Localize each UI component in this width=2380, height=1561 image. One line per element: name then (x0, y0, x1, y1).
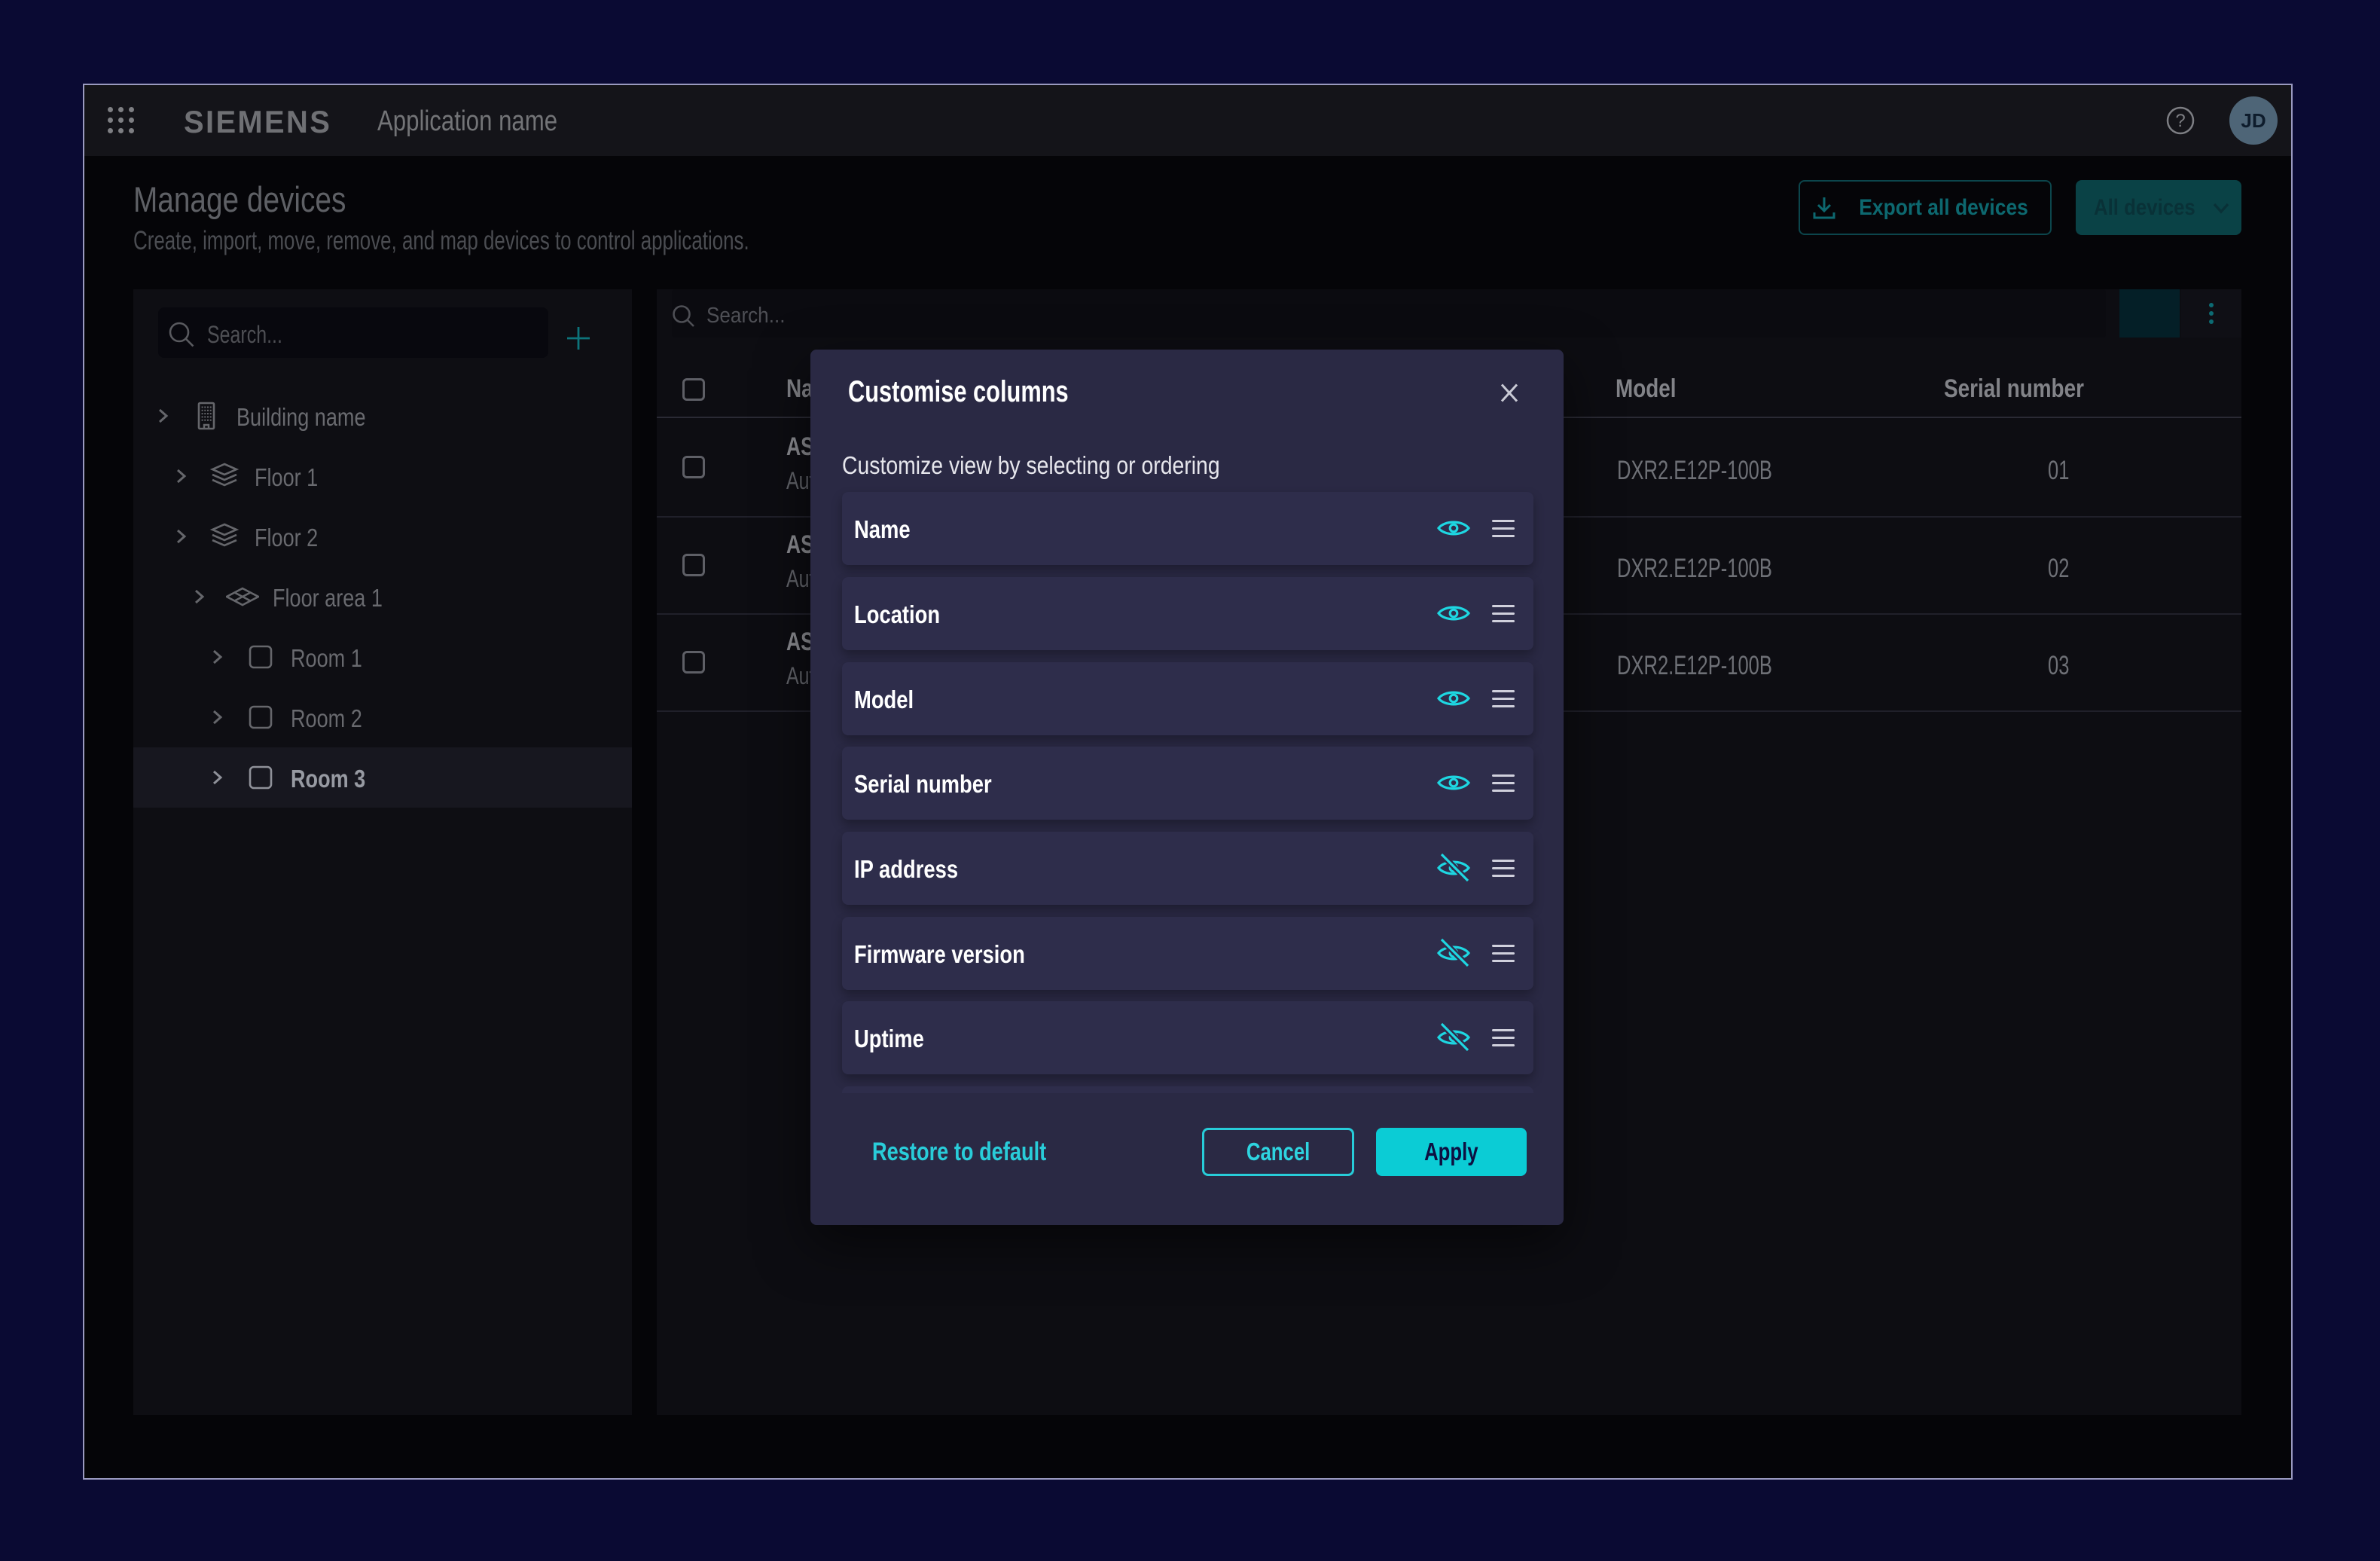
svg-text:?: ? (2175, 111, 2185, 131)
